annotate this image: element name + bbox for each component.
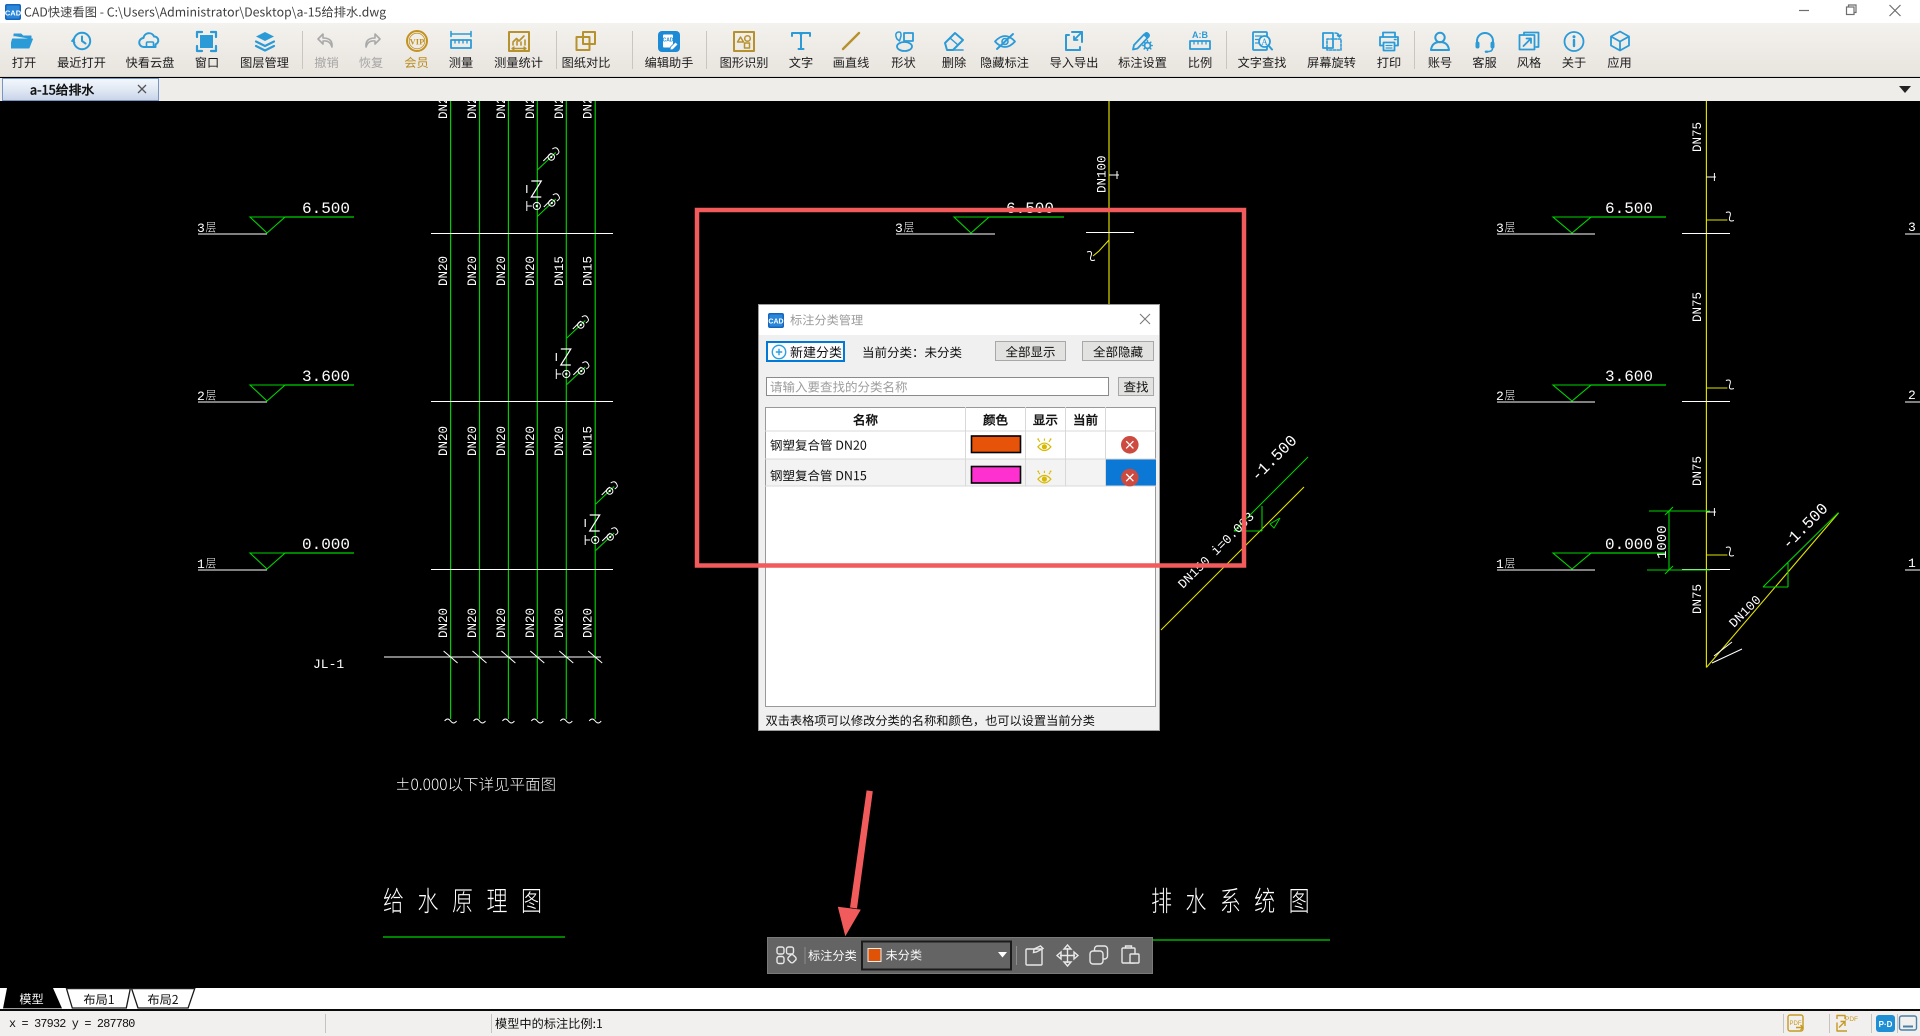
svg-text:PDF: PDF: [1790, 1021, 1802, 1027]
svg-text:PDF: PDF: [1845, 1016, 1858, 1023]
svg-text:P·D: P·D: [1879, 1020, 1893, 1029]
